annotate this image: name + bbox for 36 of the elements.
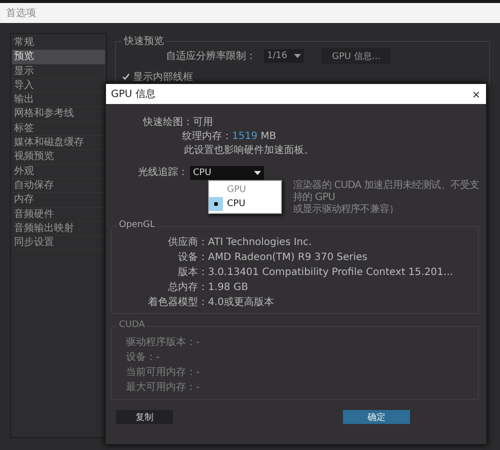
- gpu-info-button[interactable]: GPU 信息...: [322, 48, 390, 64]
- close-button[interactable]: ×: [472, 88, 480, 100]
- caret-icon: [294, 54, 301, 58]
- info-row-text: 设备：-: [125, 351, 161, 365]
- window-title: 首选项: [6, 6, 36, 20]
- texture-memory-text: 纹理内存：1519 MB: [182, 130, 278, 144]
- group-title: 快速预览: [122, 34, 166, 48]
- info-row-text: 供应商：ATI Technologies Inc.: [167, 236, 313, 250]
- info-row-text: 当前可用内存：-: [125, 366, 201, 380]
- info-row-text: 驱动程序版本：-: [125, 336, 201, 350]
- note-text: 此设置也影响硬件加速面板。: [184, 144, 315, 158]
- ok-button[interactable]: 确定: [343, 410, 410, 424]
- info-row-text: 最大可用内存：-: [125, 380, 201, 395]
- checkbox[interactable]: [121, 72, 130, 82]
- info-row-text: 设备：AMD Radeon(TM) R9 370 Series: [177, 251, 368, 265]
- copy-button[interactable]: 复制: [116, 410, 173, 424]
- warning-text: 渲染器的 CUDA 加速启用未经测试、不受支持的 GPU: [293, 180, 480, 204]
- info-row-text: 着色器模型：4.0或更高版本: [147, 296, 275, 310]
- dialog-title: GPU 信息: [111, 88, 156, 101]
- group-title: OpenGL: [117, 220, 158, 230]
- sidebar-item[interactable]: 预览: [12, 50, 105, 65]
- menu-option[interactable]: GPU: [209, 183, 281, 197]
- menu-option[interactable]: CPU: [209, 197, 281, 211]
- raytrace-dropdown[interactable]: CPU: [190, 166, 264, 180]
- sidebar-item[interactable]: 显示: [12, 64, 105, 79]
- caret-icon: [254, 171, 261, 175]
- group-title: CUDA: [117, 320, 147, 330]
- info-row-text: 版本：3.0.13401 Compatibility Profile Context 15.201...: [177, 266, 454, 280]
- selected-dot-icon: [214, 202, 218, 206]
- info-row-text: 总内存：1.98 GB: [167, 280, 250, 295]
- resolution-label: 自适应分辨率限制：: [166, 50, 256, 63]
- resolution-dropdown[interactable]: 1/16: [264, 49, 304, 63]
- raytrace-label: 光线追踪：: [138, 166, 188, 180]
- checkbox-label: 显示内部线框: [133, 70, 193, 84]
- warning-text: 或显示驱动程序不兼容）: [293, 204, 400, 216]
- fast-draw-text: 快速绘图：可用: [143, 116, 214, 130]
